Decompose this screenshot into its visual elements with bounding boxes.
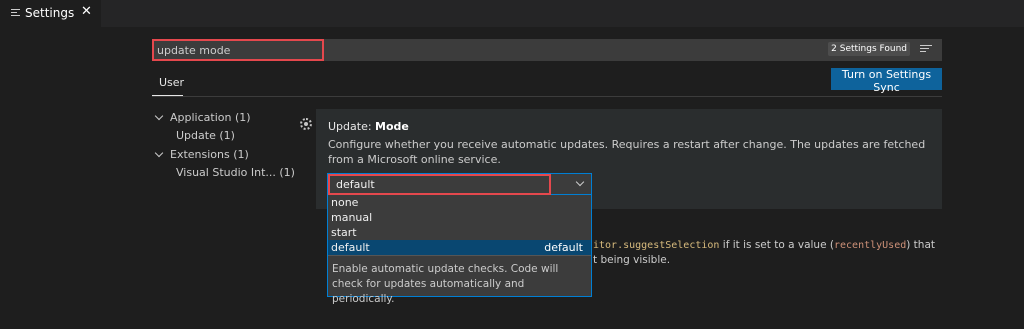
code-reference: itor.suggestSelection [593,240,720,251]
chevron-down-icon[interactable] [154,148,164,158]
update-mode-select[interactable]: default [327,173,592,195]
default-value-hint: default [544,241,583,254]
code-reference: recentlyUsed [833,240,907,251]
option-default[interactable]: default default [328,240,591,255]
chevron-down-icon[interactable] [575,177,585,187]
setting-title: Update: Mode [328,120,409,133]
option-manual[interactable]: manual [328,210,591,225]
chevron-down-icon[interactable] [154,111,164,121]
divider [328,255,591,256]
second-setting-description: itor.suggestSelection if it is set to a … [593,238,935,268]
settings-found-badge: 2 Settings Found [828,42,910,56]
update-mode-dropdown: none manual start default default Enable… [327,195,592,305]
select-value: default [328,174,551,195]
divider [152,96,942,97]
search-input[interactable] [152,39,324,61]
description-text: t being visible. [593,254,671,266]
toc-item-extensions[interactable]: Extensions (1) [170,148,249,161]
settings-editor-icon [11,9,20,17]
toc-item-application[interactable]: Application (1) [170,111,251,124]
editor-tab-bar: Settings ✕ [0,0,1024,27]
description-text: if it is set to a value ( [719,239,834,251]
description-text: ) that [906,239,935,251]
toc-item-update[interactable]: Update (1) [176,129,235,142]
option-none[interactable]: none [328,195,591,210]
option-start[interactable]: start [328,225,591,240]
tab-user[interactable]: User [159,76,184,89]
toc-item-visual-studio-intellicode[interactable]: Visual Studio Int... (1) [176,166,295,179]
setting-category: Update: [328,120,376,133]
turn-on-settings-sync-button[interactable]: Turn on Settings Sync [831,68,942,94]
tab-settings[interactable]: Settings ✕ [0,0,101,27]
settings-search-bar: 2 Settings Found [152,39,942,61]
gear-icon[interactable] [300,118,312,130]
setting-name: Mode [375,120,409,133]
filter-icon[interactable] [920,45,932,55]
option-description: Enable automatic update checks. Code wil… [332,263,559,305]
close-icon[interactable]: ✕ [81,4,92,19]
setting-description: Configure whether you receive automatic … [328,138,926,166]
option-label: default [331,241,370,254]
tab-label: Settings [25,6,75,20]
